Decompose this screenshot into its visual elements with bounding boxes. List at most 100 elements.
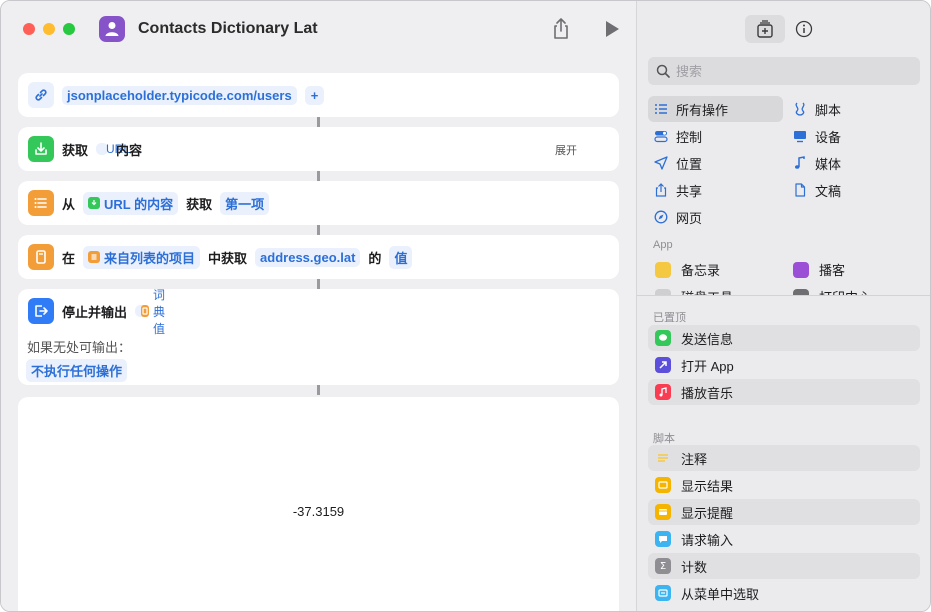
token-label: URL 的内容 bbox=[104, 196, 174, 212]
app-item-disk-utility[interactable]: 磁盘工具 bbox=[655, 287, 733, 295]
scripting-icon bbox=[795, 102, 805, 116]
play-icon[interactable] bbox=[604, 20, 620, 38]
action-name: 显示结果 bbox=[681, 478, 734, 494]
library-pane: 所有操作 脚本 控制 设备 位置 媒体 共享 文稿 bbox=[636, 1, 930, 611]
action-card-get-item[interactable]: 从 URL 的内容 获取 第一项 bbox=[18, 181, 619, 225]
message-icon bbox=[655, 330, 671, 346]
value-type-token[interactable]: 值 bbox=[389, 245, 413, 269]
app-name: 打印中心 bbox=[819, 287, 871, 295]
list-icon bbox=[655, 104, 667, 114]
token-label: 来自列表的项目 bbox=[104, 250, 196, 266]
apps-section-label: App bbox=[653, 239, 673, 251]
window-title: Contacts Dictionary Lat bbox=[138, 20, 318, 37]
app-item-notes[interactable]: 备忘录 bbox=[655, 260, 720, 279]
alert-icon bbox=[655, 504, 671, 520]
apps-overflow-row: 磁盘工具 打印中心 bbox=[637, 285, 930, 295]
category-label: 位置 bbox=[676, 156, 703, 172]
close-window-button[interactable] bbox=[23, 23, 35, 35]
link-icon bbox=[28, 82, 54, 108]
action-verb: 获取 bbox=[62, 142, 89, 158]
action-card-stop-output[interactable]: 停止并输出 词典值 如果无处可输出： 不执行任何操作 bbox=[18, 288, 619, 385]
search-field[interactable] bbox=[648, 57, 920, 85]
action-name: 播放音乐 bbox=[681, 385, 734, 401]
token-label: 词典值 bbox=[153, 287, 166, 336]
action-card-get-dictionary-value[interactable]: 在 来自列表的项目 中获取 address.geo.lat 的 值 bbox=[18, 235, 619, 279]
action-label: 停止并输出 bbox=[62, 304, 128, 320]
action-suffix: 内容 bbox=[116, 142, 143, 158]
action-card-url[interactable]: jsonplaceholder.typicode.com/users + bbox=[18, 73, 619, 117]
open-app-icon bbox=[655, 357, 671, 373]
list-icon bbox=[88, 251, 101, 263]
flow-connector bbox=[317, 385, 320, 395]
url-token[interactable]: jsonplaceholder.typicode.com/users bbox=[62, 85, 297, 105]
list-item-token[interactable]: 来自列表的项目 bbox=[83, 245, 201, 269]
scripting-section-label: 脚本 bbox=[653, 433, 675, 445]
app-item-podcasts[interactable]: 播客 bbox=[793, 260, 845, 279]
add-url-button[interactable]: + bbox=[304, 85, 325, 105]
action-show-alert[interactable]: 显示提醒 bbox=[655, 499, 733, 525]
action-from: 从 bbox=[62, 196, 76, 212]
menu-icon bbox=[655, 585, 671, 601]
app-name: 磁盘工具 bbox=[681, 287, 733, 295]
category-scripting[interactable]: 脚本 bbox=[787, 96, 841, 122]
zoom-window-button[interactable] bbox=[63, 23, 75, 35]
display-icon bbox=[794, 131, 806, 143]
action-card-get-contents[interactable]: 获取 URL 内容 展开 bbox=[18, 127, 619, 171]
music-note-icon bbox=[795, 156, 805, 169]
category-media[interactable]: 媒体 bbox=[787, 150, 841, 176]
library-icon bbox=[757, 20, 773, 38]
action-middle: 中获取 bbox=[208, 250, 248, 266]
action-verb: 获取 bbox=[186, 196, 213, 212]
action-comment[interactable]: 注释 bbox=[655, 445, 707, 471]
download-icon bbox=[88, 197, 101, 209]
download-icon bbox=[28, 136, 54, 162]
info-button[interactable] bbox=[793, 18, 815, 40]
comment-icon bbox=[655, 450, 671, 466]
flow-connector bbox=[317, 171, 320, 181]
compass-icon bbox=[654, 210, 668, 224]
dictionary-key-token[interactable]: address.geo.lat bbox=[255, 247, 361, 267]
item-position-token[interactable]: 第一项 bbox=[220, 191, 270, 215]
url-contents-token[interactable]: URL 的内容 bbox=[83, 191, 179, 215]
category-documents[interactable]: 文稿 bbox=[787, 177, 841, 203]
input-icon bbox=[655, 531, 671, 547]
dictionary-value-token[interactable]: 词典值 bbox=[135, 288, 165, 336]
shortcuts-window: Contacts Dictionary Lat jsonplaceholder.… bbox=[0, 0, 931, 612]
category-web[interactable]: 网页 bbox=[648, 204, 702, 230]
category-device[interactable]: 设备 bbox=[787, 123, 841, 149]
category-label: 共享 bbox=[676, 183, 703, 199]
category-label: 设备 bbox=[815, 129, 842, 145]
action-name: 显示提醒 bbox=[681, 505, 734, 521]
action-show-result[interactable]: 显示结果 bbox=[655, 472, 733, 498]
show-result-icon bbox=[655, 477, 671, 493]
flow-connector bbox=[317, 225, 320, 235]
share-icon[interactable] bbox=[551, 18, 571, 40]
category-all-actions[interactable]: 所有操作 bbox=[648, 96, 783, 122]
if-none-option[interactable]: 不执行任何操作 bbox=[26, 359, 128, 382]
result-value: -37.3159 bbox=[292, 504, 345, 519]
result-panel: -37.3159 bbox=[18, 397, 619, 611]
action-name: 请求输入 bbox=[681, 532, 734, 548]
category-label: 脚本 bbox=[815, 102, 842, 118]
expand-button[interactable]: 展开 bbox=[555, 142, 577, 158]
app-item-print-center[interactable]: 打印中心 bbox=[793, 287, 871, 295]
url-variable-token[interactable]: URL bbox=[96, 142, 130, 156]
category-control[interactable]: 控制 bbox=[648, 123, 702, 149]
search-input[interactable] bbox=[676, 63, 906, 79]
action-name: 计数 bbox=[681, 559, 708, 575]
section-divider bbox=[637, 295, 930, 296]
library-toggle-button[interactable] bbox=[745, 15, 785, 43]
pinned-send-message[interactable]: 发送信息 bbox=[655, 325, 733, 351]
minimize-window-button[interactable] bbox=[43, 23, 55, 35]
action-name: 发送信息 bbox=[681, 331, 734, 347]
action-name: 从菜单中选取 bbox=[681, 586, 760, 602]
action-choose-from-menu[interactable]: 从菜单中选取 bbox=[655, 580, 759, 606]
action-name: 打开 App bbox=[681, 358, 734, 374]
pinned-play-music[interactable]: 播放音乐 bbox=[655, 379, 733, 405]
category-location[interactable]: 位置 bbox=[648, 150, 702, 176]
pinned-open-app[interactable]: 打开 App bbox=[655, 352, 734, 378]
shortcut-icon[interactable] bbox=[99, 16, 125, 42]
action-ask-for-input[interactable]: 请求输入 bbox=[655, 526, 733, 552]
action-count[interactable]: Σ 计数 bbox=[655, 553, 707, 579]
category-sharing[interactable]: 共享 bbox=[648, 177, 702, 203]
